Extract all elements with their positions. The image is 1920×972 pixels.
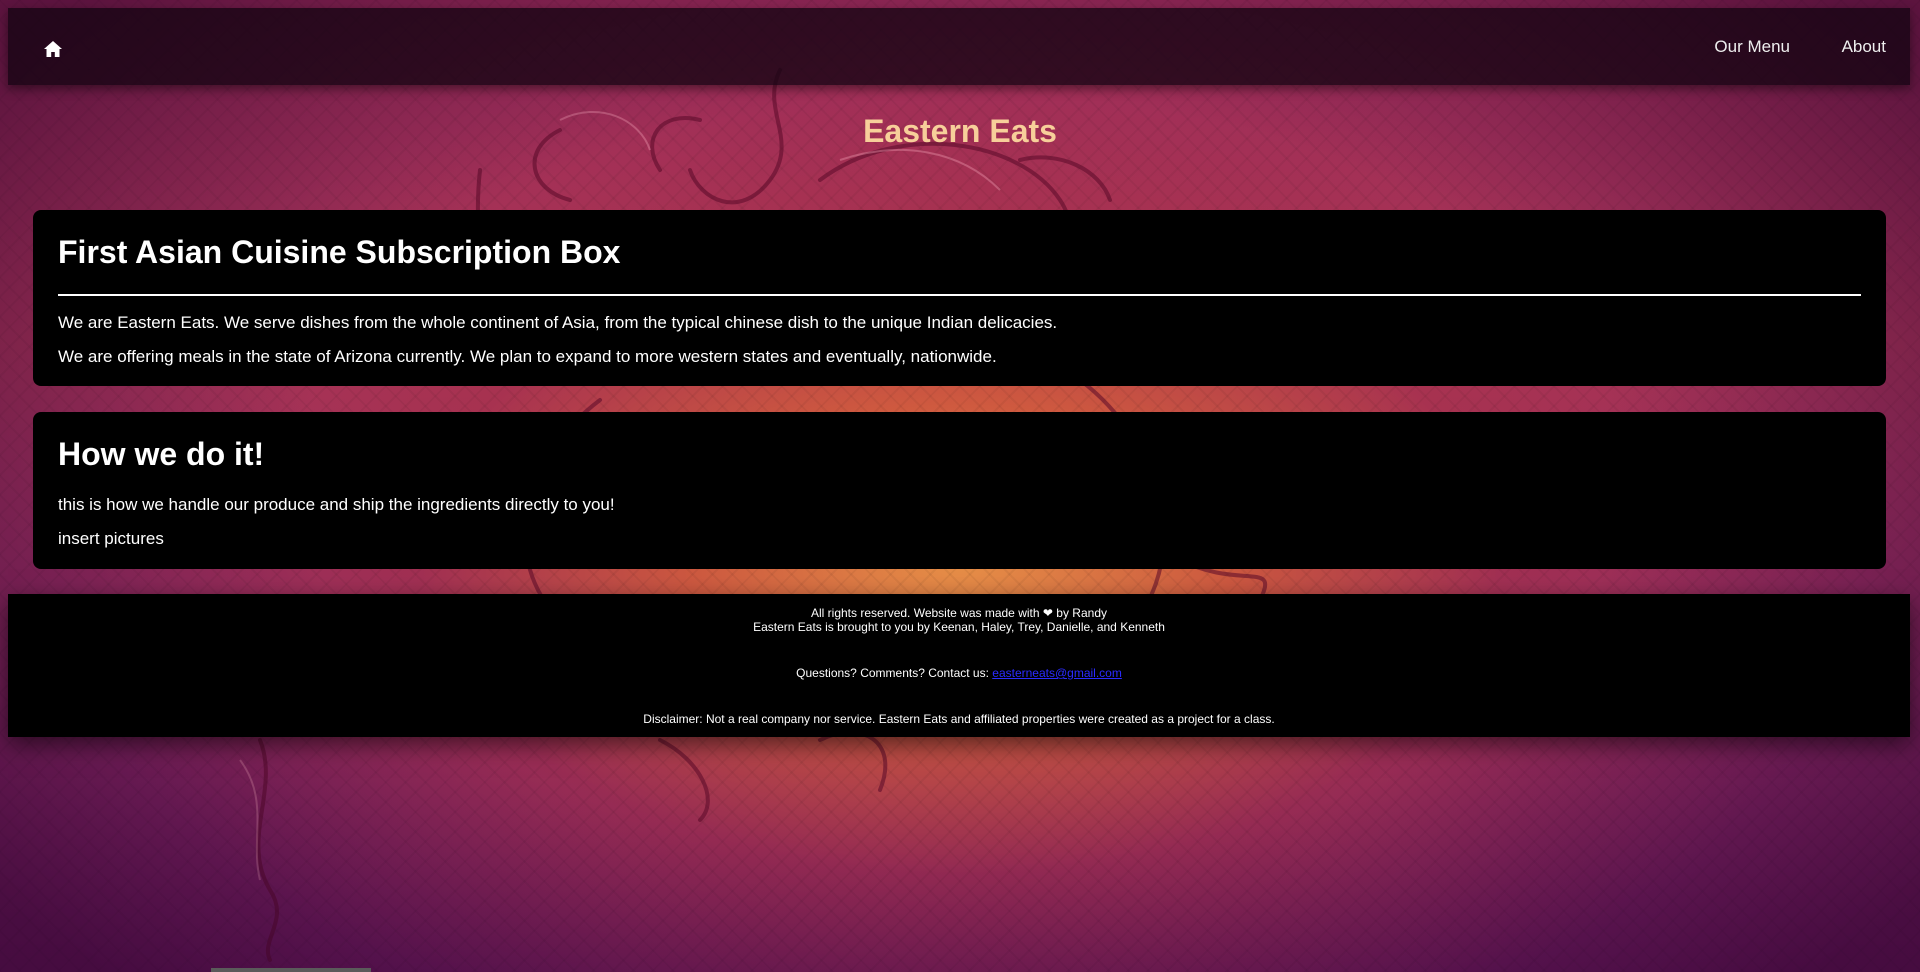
footer-credits: Eastern Eats is brought to you by Keenan…	[753, 620, 1165, 634]
contact-email-link[interactable]: easterneats@gmail.com	[992, 666, 1122, 680]
section-paragraph: this is how we handle our produce and sh…	[58, 495, 615, 514]
footer-author: by Randy	[1056, 606, 1107, 620]
section-paragraph: insert pictures	[58, 529, 164, 548]
footer-rights-text: All rights reserved. Website was made wi…	[811, 606, 1040, 620]
home-icon	[44, 41, 62, 57]
footer-contact: Questions? Comments? Contact us: eastern…	[8, 666, 1910, 680]
horizontal-scrollbar[interactable]	[211, 968, 371, 972]
section-heading: How we do it!	[58, 436, 265, 472]
site-footer: All rights reserved. Website was made wi…	[8, 594, 1910, 737]
divider	[58, 294, 1861, 296]
contact-label: Questions? Comments? Contact us:	[796, 666, 989, 680]
section-heading: First Asian Cuisine Subscription Box	[58, 234, 621, 270]
footer-rights: All rights reserved. Website was made wi…	[8, 606, 1910, 620]
how-we-do-it-section: How we do it! this is how we handle our …	[33, 412, 1886, 569]
top-navbar: Our Menu About	[8, 8, 1910, 85]
nav-link-our-menu[interactable]: Our Menu	[1714, 37, 1790, 57]
footer-disclaimer: Disclaimer: Not a real company nor servi…	[643, 712, 1275, 726]
site-title: Eastern Eats	[863, 113, 1057, 149]
home-button[interactable]	[38, 34, 68, 64]
section-paragraph: We are Eastern Eats. We serve dishes fro…	[58, 313, 1058, 332]
section-paragraph: We are offering meals in the state of Ar…	[58, 347, 997, 366]
intro-section: First Asian Cuisine Subscription Box We …	[33, 210, 1886, 386]
heart-icon: ❤	[1042, 606, 1053, 620]
nav-link-about[interactable]: About	[1842, 37, 1886, 57]
